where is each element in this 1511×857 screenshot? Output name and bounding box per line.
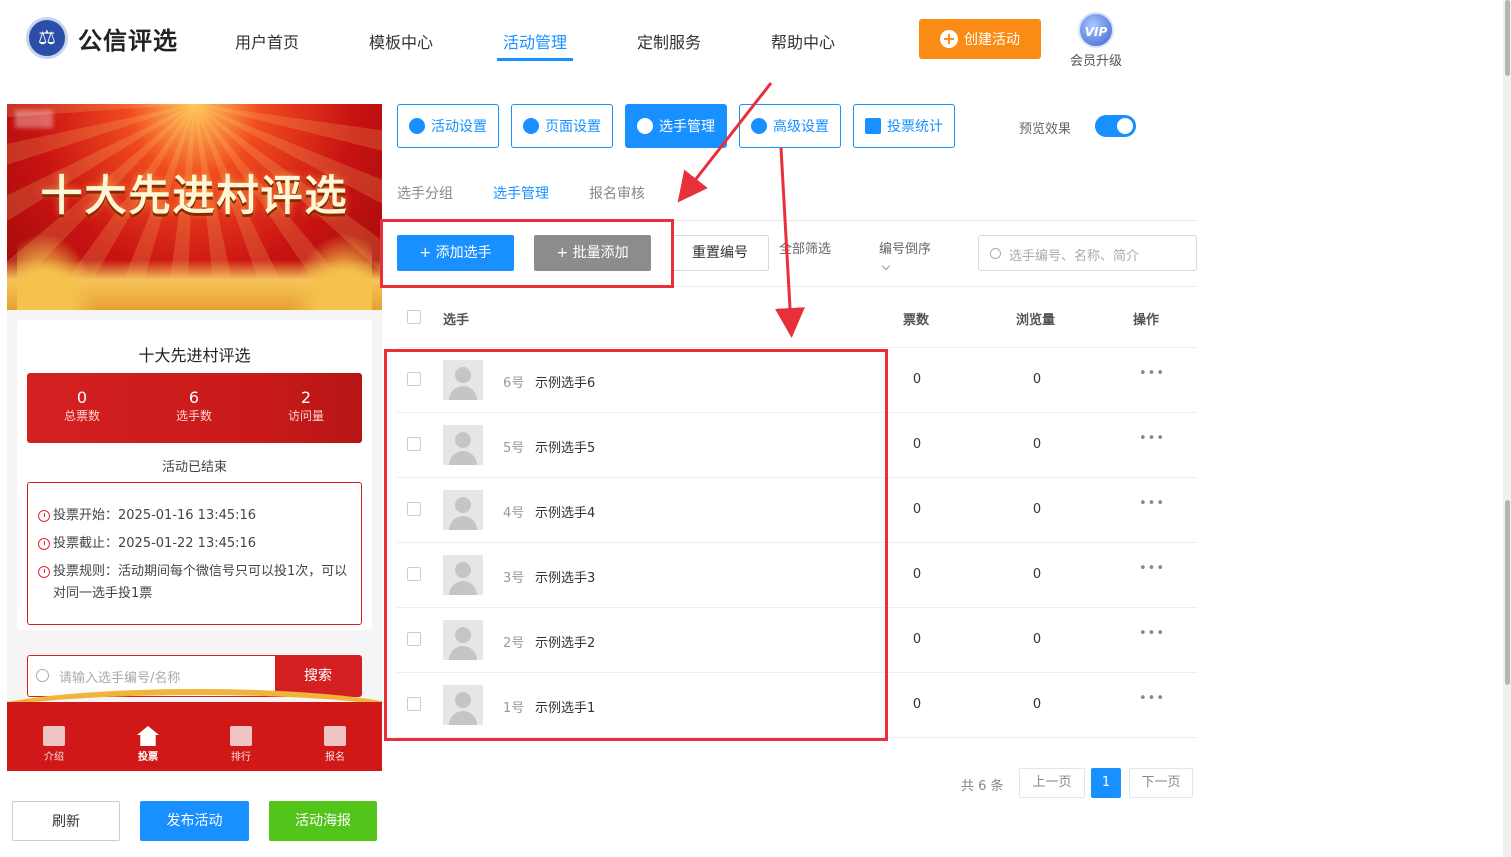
arrow-to-list bbox=[775, 147, 805, 338]
annotation-arrows bbox=[677, 82, 805, 338]
arrow-to-toolbar bbox=[677, 82, 773, 203]
